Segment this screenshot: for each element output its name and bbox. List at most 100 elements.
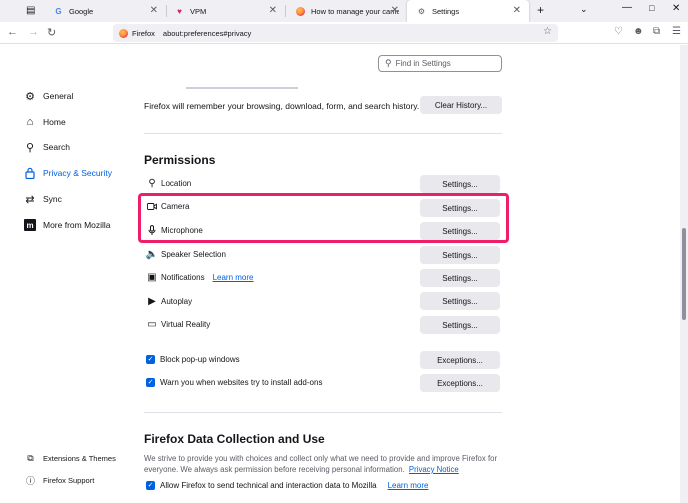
popup-exceptions-button[interactable]: Exceptions... [420,351,500,369]
close-icon[interactable]: ✕ [513,5,521,16]
reload-icon[interactable]: ↻ [47,26,56,39]
permission-row-autoplay: ▶ Autoplay [147,296,192,307]
sidebar-item-label: Sync [43,194,62,204]
firefox-icon [296,6,305,16]
sidebar-footer-support[interactable]: ⓘ Firefox Support [26,474,94,487]
autoplay-icon: ▶ [148,296,156,307]
permissions-heading: Permissions [144,153,216,167]
block-popups-row: ✓ Block pop-up windows [146,355,240,364]
gear-icon: ⚙ [25,90,35,103]
maximize-icon[interactable]: □ [649,3,654,13]
tab-title: How to manage your camera a [311,6,399,16]
nav-bar: ← → ↻ Firefox about:preferences#privacy … [0,22,688,44]
checkbox-label[interactable]: Block pop-up windows [160,355,240,364]
tab-settings[interactable]: ⚙ Settings ✕ [407,0,529,22]
checkbox-label[interactable]: Warn you when websites try to install ad… [160,378,322,387]
identity-box[interactable]: Firefox [119,28,163,38]
list-tabs-icon[interactable]: ⌄ [580,4,588,15]
sidebar-item-mozilla[interactable]: m More from Mozilla [24,219,111,231]
notifications-settings-button[interactable]: Settings... [420,269,500,287]
sidebar-footer-extensions[interactable]: ⧉ Extensions & Themes [26,453,116,464]
autoplay-settings-button[interactable]: Settings... [420,292,500,310]
highlight-annotation [138,193,509,243]
checkbox-label[interactable]: Allow Firefox to send technical and inte… [160,481,377,490]
new-tab-icon[interactable]: + [537,3,544,17]
tab-title: Settings [432,6,460,16]
notification-icon: ▣ [147,272,157,283]
permission-label: Speaker Selection [161,250,226,259]
location-icon: ⚲ [148,178,156,189]
tab-overview-icon[interactable]: ▤ [26,5,35,16]
permission-label: Location [161,179,192,188]
search-icon: ⚲ [385,58,392,68]
close-icon[interactable]: ✕ [391,5,399,16]
sidebar-item-general[interactable]: ⚙ General [24,90,73,103]
tab-title: Google [69,6,94,16]
data-collection-heading: Firefox Data Collection and Use [144,432,325,446]
google-icon: G [55,6,62,16]
clear-history-button[interactable]: Clear History... [420,96,502,114]
vr-icon: ▭ [147,319,157,330]
addon-exceptions-button[interactable]: Exceptions... [420,374,500,392]
sidebar-footer-label: Firefox Support [43,476,95,485]
tab-vpm[interactable]: ♥ VPM ✕ [165,0,285,22]
sidebar-item-home[interactable]: ⌂ Home [24,116,66,128]
pocket-icon[interactable]: ♡ [614,26,623,37]
sidebar-item-search[interactable]: ⚲ Search [24,141,70,154]
url-text[interactable]: about:preferences#privacy [163,29,251,38]
speaker-settings-button[interactable]: Settings... [420,246,500,264]
data-collection-description: We strive to provide you with choices an… [144,453,504,475]
tab-camera-article[interactable]: How to manage your camera a ✕ [286,0,407,22]
sync-icon: ⇄ [25,193,35,206]
scrollbar-thumb[interactable] [682,228,686,320]
help-icon: ⓘ [26,476,36,486]
permission-row-vr: ▭ Virtual Reality [147,319,210,330]
back-icon[interactable]: ← [7,26,18,38]
privacy-notice-link[interactable]: Privacy Notice [409,465,459,474]
sidebar-item-label: Privacy & Security [43,168,112,178]
sidebar-item-sync[interactable]: ⇄ Sync [24,193,62,206]
account-icon[interactable]: ☻ [633,26,644,37]
tab-google[interactable]: G Google ✕ [44,0,166,22]
permission-label: Virtual Reality [161,320,211,329]
menu-icon[interactable]: ☰ [672,26,681,37]
lock-icon [24,167,36,179]
divider [144,412,502,413]
tab-strip: ▤ G Google ✕ ♥ VPM ✕ How to manage your … [0,0,688,22]
url-bar[interactable]: Firefox about:preferences#privacy ☆ [113,24,558,42]
divider [144,133,502,134]
tab-title: VPM [190,6,207,16]
telemetry-checkbox[interactable]: ✓ [146,481,155,490]
forward-icon[interactable]: → [28,26,39,38]
telemetry-learn-more-link[interactable]: Learn more [388,481,429,490]
bookmark-star-icon[interactable]: ☆ [543,26,552,37]
identity-label: Firefox [132,28,155,38]
sidebar-item-privacy[interactable]: Privacy & Security [24,167,112,179]
vr-settings-button[interactable]: Settings... [420,316,500,334]
sidebar-item-label: Search [43,142,70,152]
location-settings-button[interactable]: Settings... [420,175,500,193]
find-in-settings-input[interactable]: ⚲ Find in Settings [378,55,502,72]
permission-label: Autoplay [161,297,193,306]
gear-icon: ⚙ [417,6,426,16]
warn-addons-row: ✓ Warn you when websites try to install … [146,378,322,387]
vpm-icon: ♥ [177,6,182,16]
history-description: Firefox will remember your browsing, dow… [144,101,420,111]
sidebar-item-label: More from Mozilla [43,220,111,230]
sidebar-footer-label: Extensions & Themes [43,454,116,463]
close-icon[interactable]: ✕ [150,5,158,16]
search-placeholder: Find in Settings [395,59,451,68]
minimize-icon[interactable]: — [622,2,632,13]
close-icon[interactable]: ✕ [269,5,277,16]
scrolled-section-edge [186,87,298,89]
warn-addons-checkbox[interactable]: ✓ [146,378,155,387]
notifications-learn-more-link[interactable]: Learn more [213,273,254,282]
window-close-icon[interactable]: ✕ [672,3,680,14]
block-popups-checkbox[interactable]: ✓ [146,355,155,364]
permission-label: Notifications [161,273,205,282]
extensions-icon[interactable]: ⧉ [653,26,660,37]
telemetry-row: ✓ Allow Firefox to send technical and in… [146,481,428,490]
firefox-icon [119,28,128,38]
home-icon: ⌂ [26,116,34,128]
sidebar-item-label: Home [43,117,66,127]
